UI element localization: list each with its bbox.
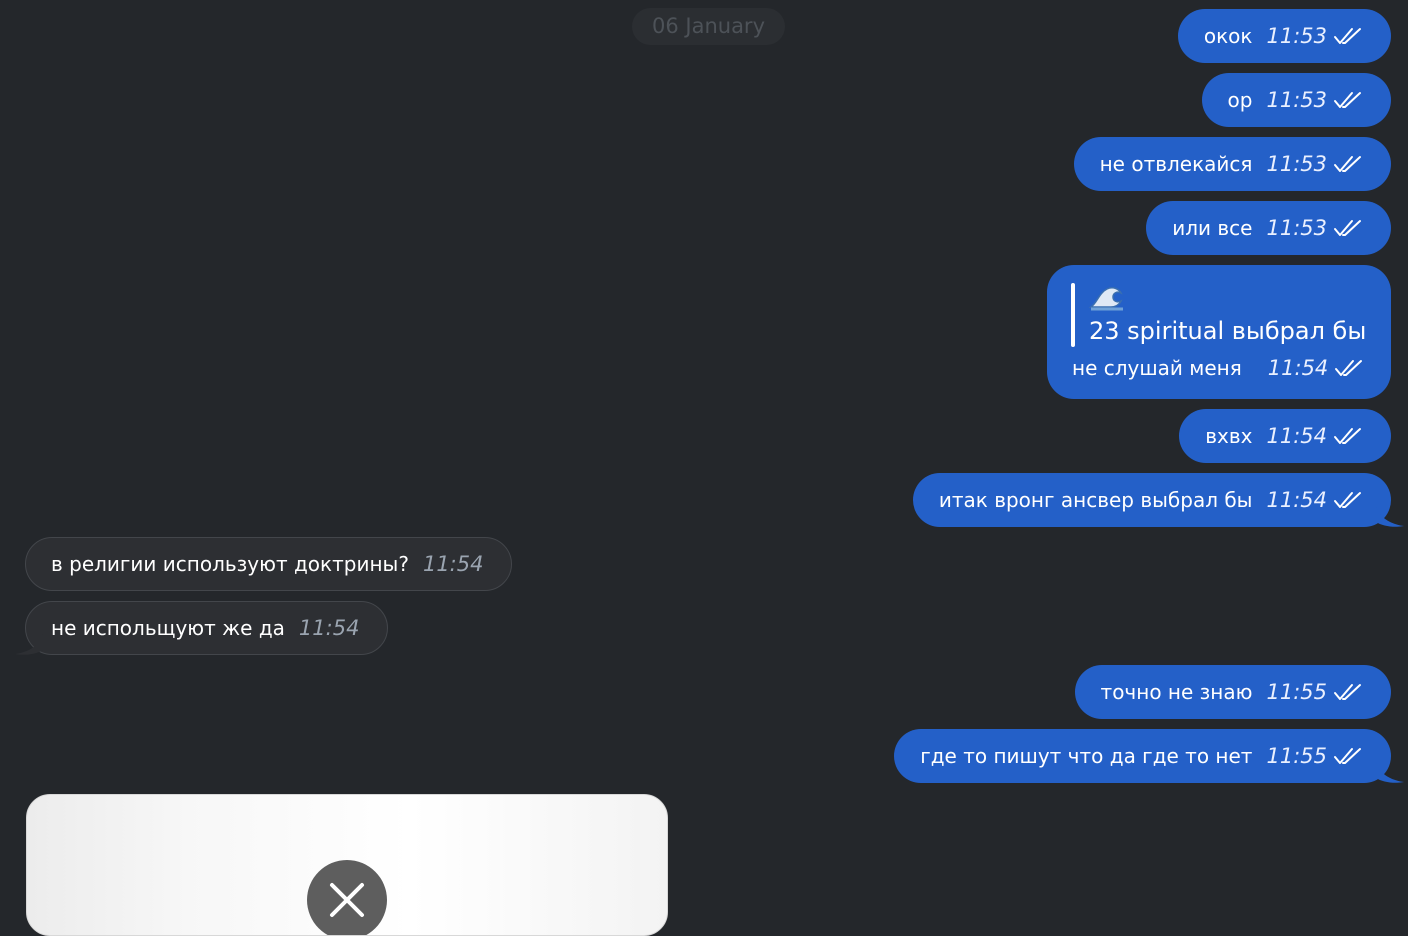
message-time: 11:53 — [1266, 152, 1327, 176]
double-check-icon — [1334, 220, 1361, 236]
message-time: 11:54 — [1267, 356, 1329, 380]
message-time: 11:54 — [422, 552, 484, 576]
incoming-message[interactable]: в религии используют доктрины? 11:54 — [25, 537, 513, 591]
reply-message[interactable]: 23 spiritual выбрал бы не слушай меня 11… — [1047, 265, 1391, 399]
message-text: в религии используют доктрины? — [51, 552, 409, 576]
outgoing-message[interactable]: где то пишут что да где то нет 11:55 — [894, 729, 1391, 783]
message-text: где то пишут что да где то нет — [920, 744, 1253, 768]
double-check-icon — [1334, 92, 1361, 108]
outgoing-message[interactable]: или все 11:53 — [1146, 201, 1391, 255]
bubble-tail — [1376, 762, 1404, 783]
double-check-icon — [1334, 684, 1361, 700]
outgoing-message[interactable]: ор 11:53 — [1201, 73, 1391, 127]
message-time: 11:54 — [298, 616, 360, 640]
quote-bar — [1071, 283, 1075, 347]
message-time: 11:54 — [1266, 424, 1327, 448]
message-time: 11:55 — [1266, 744, 1327, 768]
outgoing-message[interactable]: окок 11:53 — [1177, 9, 1391, 63]
double-check-icon — [1335, 360, 1363, 376]
bubble-tail — [15, 634, 43, 655]
bubble-tail — [1376, 506, 1404, 527]
double-check-icon — [1334, 156, 1361, 172]
message-text: точно не знаю — [1100, 680, 1253, 704]
outgoing-message[interactable]: точно не знаю 11:55 — [1074, 665, 1391, 719]
close-icon — [330, 883, 364, 917]
message-text: или все — [1172, 216, 1253, 240]
media-message[interactable] — [26, 794, 668, 936]
message-text: ор — [1227, 88, 1253, 112]
wave-emoji-icon — [1089, 287, 1123, 311]
double-check-icon — [1334, 748, 1361, 764]
message-text: не испольщуют же да — [51, 616, 285, 640]
message-time: 11:53 — [1266, 88, 1327, 112]
message-text: окок — [1203, 24, 1253, 48]
message-text: вхвх — [1205, 424, 1253, 448]
message-time: 11:54 — [1266, 488, 1327, 512]
message-text: итак вронг ансвер выбрал бы — [938, 488, 1253, 512]
message-time: 11:53 — [1266, 24, 1327, 48]
outgoing-message[interactable]: итак вронг ансвер выбрал бы 11:54 — [912, 473, 1391, 527]
quoted-text: 23 spiritual выбрал бы — [1089, 317, 1367, 345]
outgoing-message[interactable]: вхвх 11:54 — [1179, 409, 1391, 463]
double-check-icon — [1334, 428, 1361, 444]
message-time: 11:53 — [1266, 216, 1327, 240]
cancel-download-button[interactable] — [307, 860, 387, 935]
incoming-message[interactable]: не испольщуют же да 11:54 — [25, 601, 389, 655]
double-check-icon — [1334, 492, 1361, 508]
message-text: не отвлекайся — [1099, 152, 1253, 176]
outgoing-message[interactable]: не отвлекайся 11:53 — [1073, 137, 1391, 191]
double-check-icon — [1334, 28, 1361, 44]
message-time: 11:55 — [1266, 680, 1327, 704]
message-text: не слушай меня — [1072, 356, 1242, 380]
date-separator: 06 January — [632, 8, 785, 45]
